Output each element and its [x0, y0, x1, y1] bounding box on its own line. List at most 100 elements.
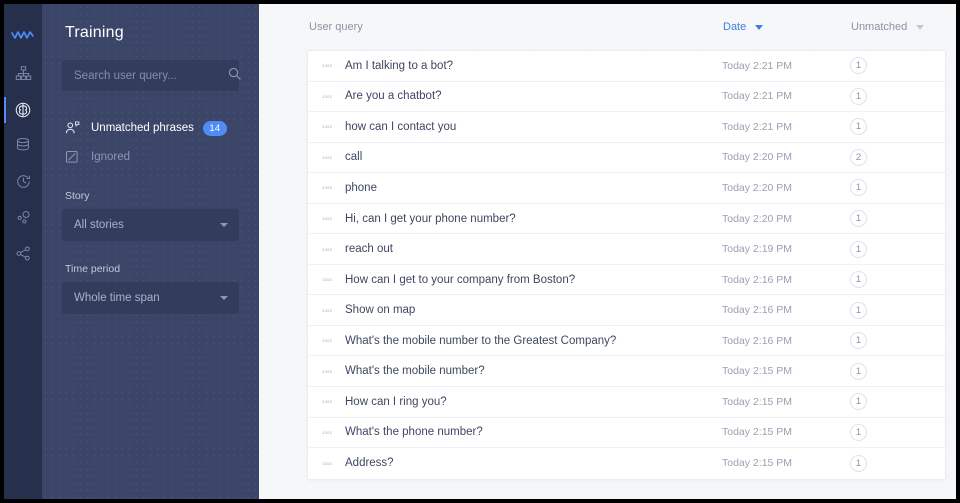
row-date: Today 2:21 PM [722, 120, 793, 133]
row-count-badge: 1 [850, 87, 867, 105]
row-date: Today 2:21 PM [722, 90, 793, 103]
app-window: Training Search user query... Unmatched … [4, 4, 956, 499]
sort-caret-down-icon [916, 24, 925, 30]
row-count-badge: 1 [850, 118, 867, 136]
main-content: User query Date Unmatched ““ Am I talkin… [259, 4, 956, 499]
rail-item-entities[interactable] [4, 131, 42, 160]
quote-icon: ““ [322, 243, 333, 259]
row-count-badge: 2 [850, 148, 867, 166]
user-speech-icon [65, 121, 85, 135]
row-query-text: call [345, 151, 363, 164]
search-box[interactable] [62, 60, 241, 91]
row-count: 1 [850, 423, 945, 441]
story-select-value: All stories [74, 219, 124, 231]
rail-item-stories[interactable] [4, 59, 42, 88]
row-query-text: Show on map [345, 304, 416, 317]
quote-icon: ““ [322, 396, 333, 412]
column-header-query: User query [309, 21, 363, 33]
table-row[interactable]: ““ Are you a chatbot? Today 2:21 PM 1 [308, 82, 945, 113]
rail-item-training[interactable] [4, 95, 42, 124]
quote-icon: ““ [322, 151, 333, 167]
row-query-text: phone [345, 181, 377, 194]
row-date: Today 2:16 PM [722, 273, 793, 286]
row-count-badge: 1 [850, 423, 867, 441]
sitemap-icon [15, 66, 31, 80]
story-select[interactable]: All stories [62, 209, 239, 241]
row-query-text: Are you a chatbot? [345, 90, 442, 103]
row-count: 1 [850, 393, 945, 411]
time-period-select[interactable]: Whole time span [62, 282, 239, 314]
column-header-date-label: Date [723, 21, 747, 33]
chevron-down-icon [220, 296, 228, 300]
brain-icon [15, 102, 31, 117]
table-row[interactable]: ““ phone Today 2:20 PM 1 [308, 173, 945, 204]
quote-icon: ““ [322, 213, 333, 228]
row-query-text: What's the mobile number? [345, 365, 485, 378]
row-date: Today 2:15 PM [722, 457, 793, 470]
rail-item-analytics[interactable] [4, 203, 42, 232]
quote-icon: ““ [322, 335, 333, 351]
row-count-badge: 1 [850, 57, 867, 75]
table-row[interactable]: ““ Show on map Today 2:16 PM 1 [308, 295, 945, 326]
row-query-text: What's the phone number? [345, 426, 483, 439]
row-count-badge: 1 [850, 393, 867, 411]
column-header-date[interactable]: Date [723, 21, 851, 33]
row-date: Today 2:15 PM [722, 426, 793, 439]
quote-icon: ““ [322, 274, 333, 290]
row-date: Today 2:15 PM [722, 365, 793, 378]
story-label: Story [65, 190, 90, 202]
row-count: 1 [850, 271, 945, 289]
nav-label: Unmatched phrases [91, 122, 194, 134]
row-count: 2 [850, 148, 945, 166]
quote-icon: ““ [322, 304, 333, 320]
icon-rail [4, 4, 42, 499]
rail-item-history[interactable] [4, 167, 42, 196]
table-row[interactable]: ““ Address? Today 2:15 PM 1 [308, 448, 945, 479]
nav-unmatched-phrases[interactable]: Unmatched phrases 14 [65, 117, 239, 139]
row-date: Today 2:21 PM [722, 59, 793, 72]
nodes-icon [17, 211, 30, 224]
table-row[interactable]: ““ How can I get to your company from Bo… [308, 265, 945, 296]
database-icon [16, 138, 30, 151]
nav-label: Ignored [91, 151, 131, 163]
row-query-text: Am I talking to a bot? [345, 59, 454, 72]
quote-icon: ““ [322, 365, 333, 381]
search-icon [228, 67, 241, 85]
row-count: 1 [850, 87, 945, 105]
quote-icon: ““ [322, 457, 333, 473]
table-row[interactable]: ““ call Today 2:20 PM 2 [308, 143, 945, 174]
row-query-text: Hi, can I get your phone number? [345, 212, 516, 225]
row-query-text: reach out [345, 243, 393, 256]
row-query-text: How can I ring you? [345, 395, 447, 408]
row-count-badge: 1 [850, 179, 867, 197]
table-row[interactable]: ““ What's the phone number? Today 2:15 P… [308, 418, 945, 449]
row-count-badge: 1 [850, 210, 867, 227]
row-query-text: Address? [345, 457, 394, 470]
row-count-badge: 1 [850, 362, 867, 380]
table-row[interactable]: ““ Hi, can I get your phone number? Toda… [308, 204, 945, 235]
table-row[interactable]: ““ how can I contact you Today 2:21 PM 1 [308, 112, 945, 143]
page-title: Training [65, 24, 124, 41]
column-headers: User query Date Unmatched [307, 4, 946, 50]
row-count-badge: 1 [850, 332, 867, 350]
row-date: Today 2:16 PM [722, 304, 793, 317]
quote-icon: ““ [322, 121, 333, 137]
search-input[interactable] [74, 69, 228, 82]
row-count: 1 [850, 118, 945, 136]
table-row[interactable]: ““ Am I talking to a bot? Today 2:21 PM … [308, 51, 945, 82]
table-row[interactable]: ““ reach out Today 2:19 PM 1 [308, 234, 945, 265]
query-list: ““ Am I talking to a bot? Today 2:21 PM … [307, 50, 946, 480]
rail-item-integrations[interactable] [4, 239, 42, 268]
ignored-box-icon [65, 150, 85, 164]
column-header-unmatched[interactable]: Unmatched [851, 21, 946, 33]
table-row[interactable]: ““ What's the mobile number? Today 2:15 … [308, 356, 945, 388]
nav-ignored[interactable]: Ignored [65, 146, 239, 168]
wave-logo-icon[interactable] [4, 18, 42, 52]
row-date: Today 2:20 PM [722, 181, 793, 194]
row-count: 1 [850, 301, 945, 319]
sort-caret-down-icon [755, 24, 764, 30]
table-row[interactable]: ““ What's the mobile number to the Great… [308, 326, 945, 357]
table-row[interactable]: ““ How can I ring you? Today 2:15 PM 1 [308, 387, 945, 418]
row-query-text: How can I get to your company from Bosto… [345, 273, 576, 286]
row-count-badge: 1 [850, 301, 867, 319]
